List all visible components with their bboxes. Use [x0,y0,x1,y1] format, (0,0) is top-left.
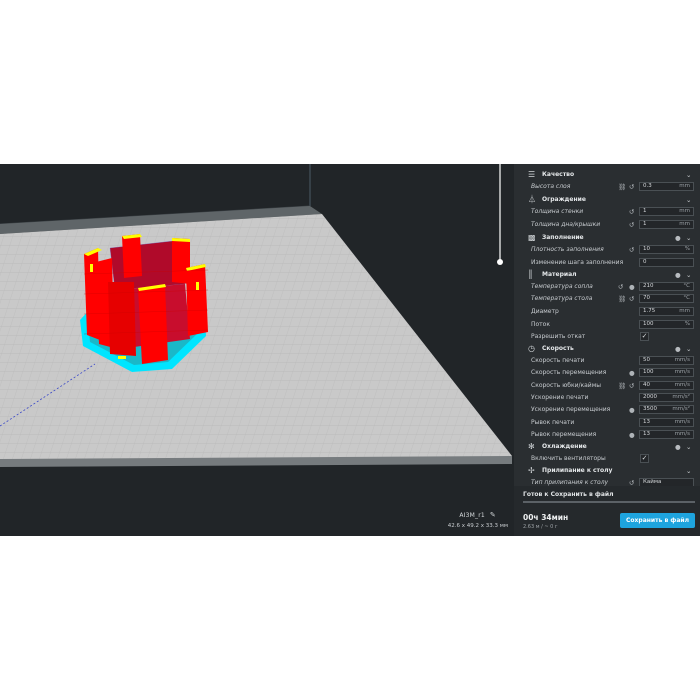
chevron-down-icon[interactable]: ⌄ [686,465,691,477]
section-adhesion[interactable]: ✢ Прилипание к столу ⌄ [514,465,700,477]
link-icon: ⛓ [618,183,627,191]
setting-flow: Поток 100% [514,319,700,331]
model-dimensions: 42.6 x 49.2 x 33.3 мм [447,523,508,529]
model-pillar [122,234,142,278]
link-icon: ⛓ [618,382,627,390]
adhesion-icon: ✢ [528,466,535,475]
chevron-down-icon[interactable]: ⌄ [686,194,691,206]
section-infill[interactable]: ▩ Заполнение ● ⌄ [514,232,700,244]
setting-bed-temp: Температура стола ⛓ ↺ 70 °C [514,293,700,305]
model-name-label[interactable]: AI3M_r1 ✎ [459,511,496,519]
print-time: 00ч 34мин [523,513,569,522]
model-accent [196,282,199,290]
status-text: Готов к Сохранить в файл [523,491,614,498]
3d-viewport[interactable]: AI3M_r1 ✎ 42.6 x 49.2 x 33.3 мм [0,164,514,536]
action-panel: Готов к Сохранить в файл 00ч 34мин 2.63 … [514,486,700,536]
model-accent [90,264,93,272]
setting-travel-speed: Скорость перемещения ● 100 mm/s [514,367,700,379]
build-plate-scene [0,164,512,467]
print-accel-input[interactable]: 2000 mm/s² [639,393,694,402]
setting-print-jerk: Рывок печати 13 mm/s [514,417,700,429]
diameter-input[interactable]: 1.75 mm [639,307,694,316]
nozzle-temp-input[interactable]: 210 °C [639,282,694,291]
model-name-text: AI3M_r1 [459,512,485,519]
layer-height-input[interactable]: 0.3 mm [639,182,694,191]
material-usage: 2.63 м / ~ 0 г [523,524,558,530]
info-icon[interactable]: ● [629,281,635,293]
travel-speed-input[interactable]: 100 mm/s [639,368,694,377]
setting-print-accel: Ускорение печати 2000 mm/s² [514,392,700,404]
info-icon[interactable]: ● [675,343,681,355]
setting-layer-height: Высота слоя ⛓ ↺ 0.3 mm [514,181,700,193]
info-icon[interactable]: ● [675,232,681,244]
flow-input[interactable]: 100% [639,320,694,329]
model-pillar [138,284,168,364]
layer-slider-handle[interactable] [497,259,503,265]
section-shell[interactable]: ⏃ Ограждение ⌄ [514,194,700,206]
setting-wall-thickness: Толщина стенки ↺ 1 mm [514,206,700,218]
pencil-icon[interactable]: ✎ [490,511,496,519]
setting-travel-jerk: Рывок перемещения ● 13 mm/s [514,429,700,441]
setting-gradual-infill: Изменение шага заполнения 0 [514,257,700,269]
info-icon[interactable]: ● [675,441,681,453]
build-plate-grid [0,214,512,459]
quality-icon: ☰ [528,170,536,179]
section-cooling[interactable]: ✻ Охлаждение ● ⌄ [514,441,700,453]
info-icon[interactable]: ● [629,404,635,416]
print-speed-input[interactable]: 50 mm/s [639,356,694,365]
infill-density-input[interactable]: 10% [639,245,694,254]
model-accent [118,356,126,359]
link-icon: ⛓ [618,295,627,303]
top-bottom-thickness-input[interactable]: 1 mm [639,220,694,229]
material-icon: ║ [528,270,533,279]
section-speed[interactable]: ◷ Скорость ● ⌄ [514,343,700,355]
info-icon[interactable]: ● [629,429,635,441]
setting-top-bottom-thickness: Толщина дна/крышки ↺ 1 mm [514,219,700,231]
fans-checkbox[interactable]: ✓ [640,454,649,463]
chevron-down-icon[interactable]: ⌄ [686,441,691,453]
setting-retraction: Разрешить откат ✓ [531,332,649,341]
reset-icon[interactable]: ↺ [629,244,634,256]
gradual-infill-input[interactable]: 0 [639,258,694,267]
travel-accel-input[interactable]: 3500 mm/s² [639,405,694,414]
reset-icon[interactable]: ↺ [629,181,634,193]
chevron-down-icon[interactable]: ⌄ [686,269,691,281]
fan-icon: ✻ [528,442,535,451]
setting-nozzle-temp: Температура сопла ↺ ● 210 °C [514,281,700,293]
slicer-app: AI3M_r1 ✎ 42.6 x 49.2 x 33.3 мм ☰ Качеств… [0,164,700,536]
setting-skirt-speed: Скорость юбки/каймы ⛓ ↺ 40 mm/s [514,380,700,392]
speed-icon: ◷ [528,344,535,353]
shell-icon: ⏃ [528,195,536,204]
reset-icon[interactable]: ↺ [629,206,634,218]
chevron-down-icon[interactable]: ⌄ [686,343,691,355]
wall-thickness-input[interactable]: 1 mm [639,207,694,216]
reset-icon[interactable]: ↺ [629,219,634,231]
setting-travel-accel: Ускорение перемещения ● 3500 mm/s² [514,404,700,416]
reset-icon[interactable]: ↺ [618,281,623,293]
chevron-down-icon[interactable]: ⌄ [686,232,691,244]
info-icon[interactable]: ● [629,367,635,379]
setting-diameter: Диаметр 1.75 mm [514,306,700,318]
reset-icon[interactable]: ↺ [629,380,634,392]
progress-bar [523,501,695,503]
section-material[interactable]: ║ Материал ● ⌄ [514,269,700,281]
print-settings-panel: ☰ Качество ⌄ Высота слоя ⛓ ↺ 0.3 mm ⏃ Огр… [514,164,700,487]
section-quality[interactable]: ☰ Качество ⌄ [514,169,700,181]
bed-temp-input[interactable]: 70 °C [639,294,694,303]
info-icon[interactable]: ● [675,269,681,281]
travel-jerk-input[interactable]: 13 mm/s [639,430,694,439]
model-pillar [186,264,208,336]
skirt-speed-input[interactable]: 40 mm/s [639,381,694,390]
save-to-file-button[interactable]: Сохранить в файл [620,513,695,528]
chevron-down-icon[interactable]: ⌄ [686,169,691,181]
setting-print-speed: Скорость печати 50 mm/s [514,355,700,367]
setting-fans: Включить вентиляторы ✓ [531,454,649,463]
infill-icon: ▩ [528,233,536,242]
print-jerk-input[interactable]: 13 mm/s [639,418,694,427]
reset-icon[interactable]: ↺ [629,293,634,305]
setting-infill-density: Плотность заполнения ↺ 10% [514,244,700,256]
retraction-checkbox[interactable]: ✓ [640,332,649,341]
